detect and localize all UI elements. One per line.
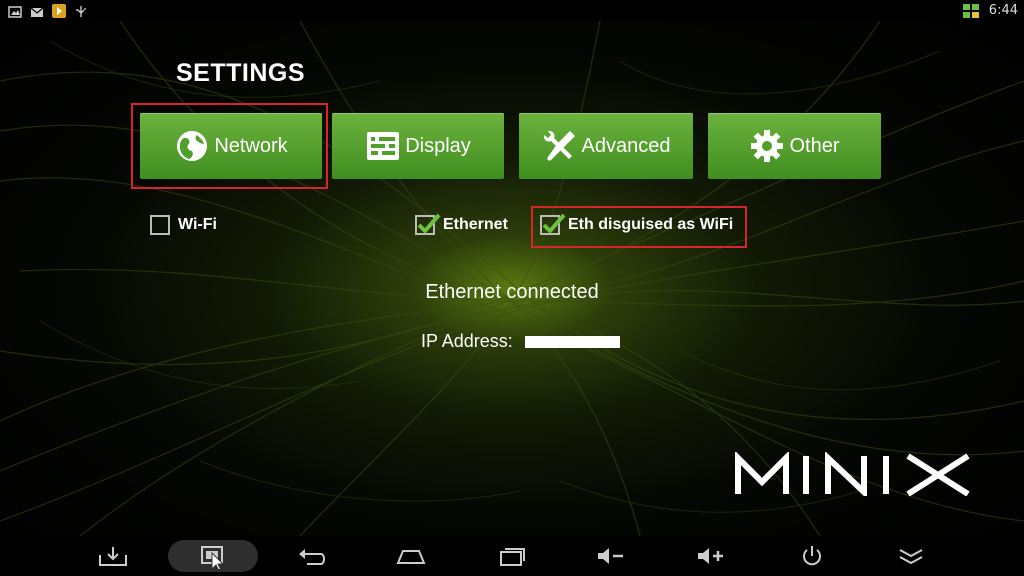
back-icon[interactable] (290, 540, 334, 572)
usb-icon (74, 5, 88, 17)
ip-address-row: IP Address: (421, 331, 620, 352)
tab-display-label: Display (405, 134, 471, 157)
network-tab-highlight (131, 103, 328, 189)
eth-disguised-highlight (531, 206, 747, 248)
ethernet-checkbox[interactable] (415, 213, 441, 235)
hide-bar-icon[interactable] (889, 540, 933, 572)
tab-advanced-label: Advanced (581, 134, 671, 157)
ethernet-label: Ethernet (443, 216, 508, 233)
mail-icon (30, 5, 44, 17)
network-status-icon (962, 3, 979, 18)
tab-advanced[interactable]: Advanced (519, 113, 693, 179)
volume-up-icon[interactable] (689, 540, 733, 572)
volume-down-icon[interactable] (589, 540, 633, 572)
wifi-option[interactable]: Wi-Fi (150, 215, 217, 235)
clock: 6:44 (988, 3, 1018, 18)
page-title: SETTINGS (176, 59, 306, 87)
home-icon[interactable] (389, 540, 433, 572)
navigation-bar (0, 536, 1024, 576)
gear-icon (749, 128, 785, 164)
ip-address-value-redacted (524, 335, 620, 348)
tools-icon (542, 128, 578, 164)
power-icon[interactable] (790, 540, 834, 572)
connection-status: Ethernet connected (425, 281, 599, 303)
wifi-label: Wi-Fi (178, 216, 217, 233)
screenshot-icon[interactable] (168, 540, 258, 572)
tab-other[interactable]: Other (708, 113, 881, 179)
ip-address-label: IP Address: (421, 331, 513, 351)
app-notification-icon (52, 3, 66, 18)
minix-logo (734, 450, 974, 501)
tab-other-label: Other (789, 134, 840, 157)
display-settings-icon (365, 128, 401, 164)
checkmark-icon (417, 213, 441, 234)
ethernet-option[interactable]: Ethernet (415, 213, 508, 235)
recent-apps-icon[interactable] (490, 540, 534, 572)
status-bar: 6:44 (0, 0, 1024, 21)
image-icon (8, 5, 22, 18)
wifi-checkbox[interactable] (150, 215, 170, 235)
tab-display[interactable]: Display (332, 113, 504, 179)
download-icon[interactable] (91, 540, 135, 572)
